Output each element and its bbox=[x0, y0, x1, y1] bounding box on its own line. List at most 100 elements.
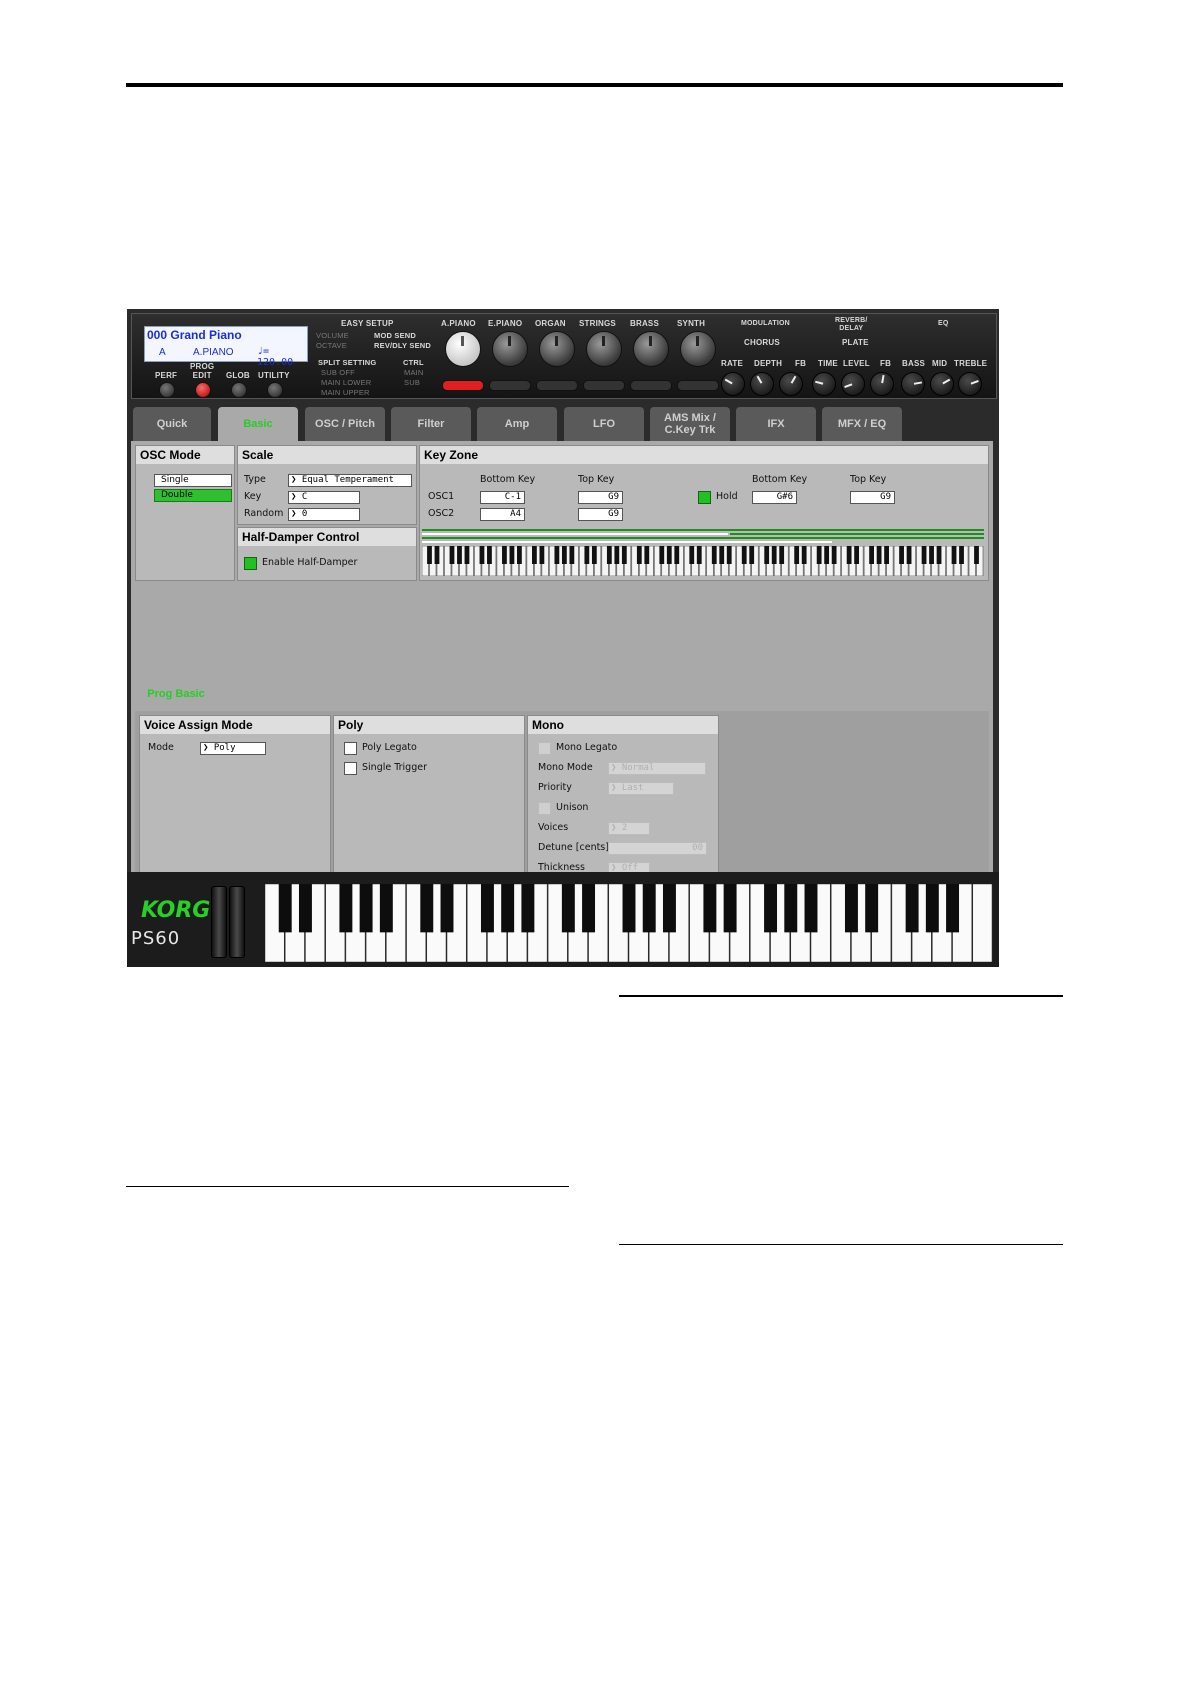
black-key[interactable] bbox=[741, 546, 747, 564]
easy-rev-dly-send[interactable]: REV/DLY SEND bbox=[374, 341, 431, 350]
black-key[interactable] bbox=[723, 884, 737, 933]
black-key[interactable] bbox=[925, 884, 939, 933]
strings-knob[interactable] bbox=[586, 331, 622, 367]
black-key[interactable] bbox=[434, 546, 440, 564]
black-key[interactable] bbox=[784, 884, 798, 933]
black-key[interactable] bbox=[794, 546, 800, 564]
black-key[interactable] bbox=[359, 884, 373, 933]
organ-knob[interactable] bbox=[539, 331, 575, 367]
black-key[interactable] bbox=[532, 546, 537, 564]
tab-amp[interactable]: Amp bbox=[477, 407, 557, 441]
black-key[interactable] bbox=[636, 546, 642, 564]
hold-bottom-key[interactable]: G#6 bbox=[752, 491, 797, 504]
tab-lfo[interactable]: LFO bbox=[564, 407, 644, 441]
black-key[interactable] bbox=[509, 546, 515, 564]
glob-button[interactable] bbox=[231, 382, 247, 398]
black-key[interactable] bbox=[449, 546, 455, 564]
easy-volume[interactable]: VOLUME bbox=[316, 331, 349, 340]
tab-ifx[interactable]: IFX bbox=[736, 407, 816, 441]
black-key[interactable] bbox=[561, 546, 567, 564]
black-key[interactable] bbox=[711, 546, 717, 564]
easy-octave[interactable]: OCTAVE bbox=[316, 341, 347, 350]
black-key[interactable] bbox=[779, 546, 785, 564]
mod-wheel[interactable] bbox=[229, 886, 245, 958]
tab-mfx-eq[interactable]: MFX / EQ bbox=[822, 407, 902, 441]
osc-mode-double[interactable]: Double bbox=[154, 489, 232, 502]
priority-field[interactable]: ❯ Last bbox=[608, 782, 674, 795]
hold-checkbox[interactable] bbox=[698, 491, 711, 504]
hold-top-key[interactable]: G9 bbox=[850, 491, 895, 504]
detune-field[interactable]: 00 bbox=[608, 842, 707, 855]
black-key[interactable] bbox=[298, 884, 312, 933]
osc-mode-single[interactable]: Single bbox=[154, 474, 232, 487]
split-sub-off[interactable]: SUB OFF bbox=[321, 368, 355, 377]
black-key[interactable] bbox=[854, 546, 860, 564]
black-key[interactable] bbox=[764, 546, 770, 564]
split-main-lower[interactable]: MAIN LOWER bbox=[321, 378, 371, 387]
brass-knob[interactable] bbox=[633, 331, 669, 367]
prog-edit-button[interactable] bbox=[195, 382, 211, 398]
tab-prog-basic[interactable]: Prog Basic bbox=[139, 677, 213, 711]
black-key[interactable] bbox=[764, 884, 778, 933]
black-key[interactable] bbox=[719, 546, 725, 564]
easy-mod-send[interactable]: MOD SEND bbox=[374, 331, 416, 340]
black-key[interactable] bbox=[865, 884, 879, 933]
mid-knob[interactable] bbox=[930, 372, 954, 396]
e-piano-knob[interactable] bbox=[492, 331, 528, 367]
black-key[interactable] bbox=[921, 546, 927, 564]
black-key[interactable] bbox=[974, 546, 979, 564]
black-key[interactable] bbox=[591, 546, 597, 564]
black-key[interactable] bbox=[846, 546, 852, 564]
black-key[interactable] bbox=[831, 546, 837, 564]
black-key[interactable] bbox=[946, 884, 960, 933]
time-knob[interactable] bbox=[812, 372, 836, 396]
black-key[interactable] bbox=[621, 546, 627, 564]
black-key[interactable] bbox=[804, 884, 818, 933]
black-key[interactable] bbox=[480, 884, 494, 933]
black-key[interactable] bbox=[521, 884, 535, 933]
black-key[interactable] bbox=[622, 884, 636, 933]
scale-type-field[interactable]: ❯ Equal Temperament bbox=[288, 474, 412, 487]
black-key[interactable] bbox=[427, 546, 432, 564]
unison-checkbox[interactable] bbox=[538, 802, 551, 815]
black-key[interactable] bbox=[899, 546, 904, 564]
black-key[interactable] bbox=[517, 546, 522, 564]
black-key[interactable] bbox=[703, 884, 717, 933]
black-key[interactable] bbox=[674, 546, 680, 564]
black-key[interactable] bbox=[884, 546, 889, 564]
black-key[interactable] bbox=[582, 884, 596, 933]
bass-knob[interactable] bbox=[901, 372, 925, 396]
black-key[interactable] bbox=[816, 546, 822, 564]
black-key[interactable] bbox=[644, 546, 650, 564]
black-key[interactable] bbox=[440, 884, 454, 933]
fb-rev-knob[interactable] bbox=[870, 372, 894, 396]
split-main-upper[interactable]: MAIN UPPER bbox=[321, 388, 370, 397]
black-key[interactable] bbox=[689, 546, 695, 564]
black-key[interactable] bbox=[662, 884, 676, 933]
single-trigger-checkbox[interactable] bbox=[344, 762, 357, 775]
black-key[interactable] bbox=[561, 884, 575, 933]
black-key[interactable] bbox=[869, 546, 874, 564]
black-key[interactable] bbox=[696, 546, 702, 564]
synth-knob[interactable] bbox=[680, 331, 716, 367]
black-key[interactable] bbox=[659, 546, 665, 564]
black-key[interactable] bbox=[339, 884, 353, 933]
black-key[interactable] bbox=[554, 546, 560, 564]
black-key[interactable] bbox=[457, 546, 462, 564]
tab-filter[interactable]: Filter bbox=[391, 407, 471, 441]
black-key[interactable] bbox=[606, 546, 612, 564]
osc1-top-key[interactable]: G9 bbox=[578, 491, 623, 504]
rate-knob[interactable] bbox=[721, 372, 745, 396]
black-key[interactable] bbox=[464, 546, 470, 564]
black-key[interactable] bbox=[801, 546, 807, 564]
ctrl-sub[interactable]: SUB bbox=[404, 378, 420, 387]
scale-key-field[interactable]: ❯ C bbox=[288, 491, 360, 504]
tab-quick[interactable]: Quick bbox=[133, 407, 211, 441]
black-key[interactable] bbox=[501, 884, 515, 933]
black-key[interactable] bbox=[642, 884, 656, 933]
scale-random-field[interactable]: ❯ 0 bbox=[288, 508, 360, 521]
black-key[interactable] bbox=[771, 546, 777, 564]
osc2-bottom-key[interactable]: A4 bbox=[480, 508, 525, 521]
black-key[interactable] bbox=[824, 546, 830, 564]
black-key[interactable] bbox=[569, 546, 575, 564]
